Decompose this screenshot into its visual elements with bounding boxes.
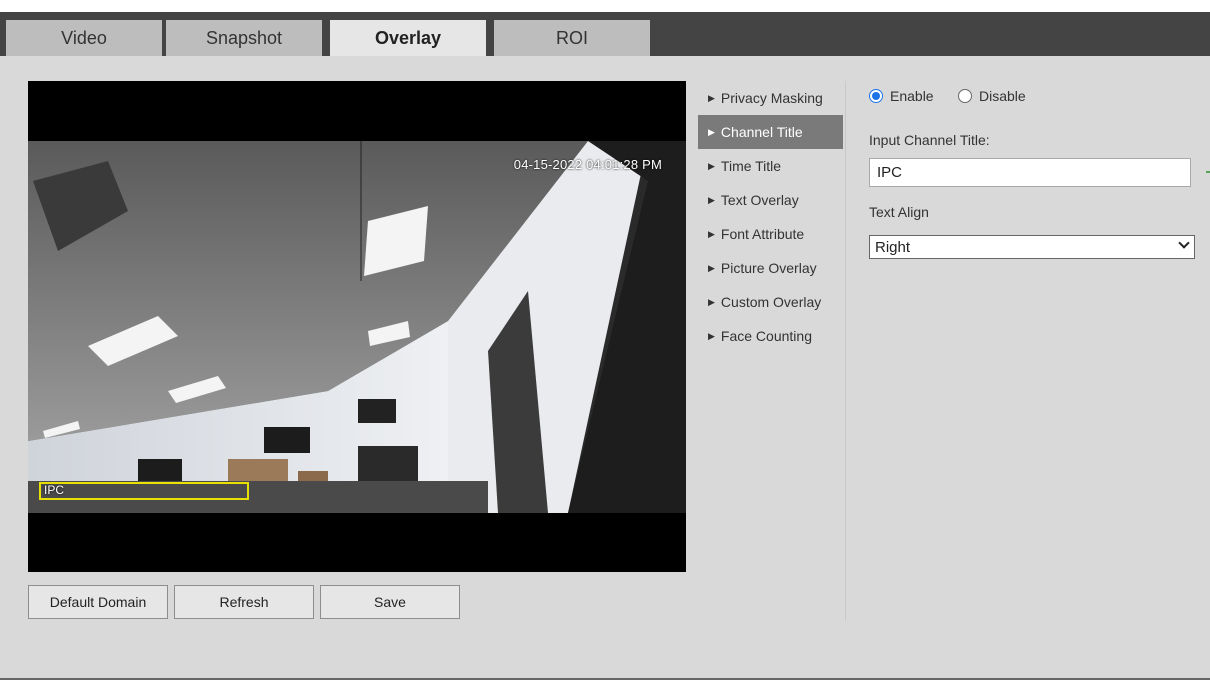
- menu-item-label: Time Title: [720, 158, 782, 174]
- menu-item-label: Privacy Masking: [720, 90, 823, 106]
- overlay-menu: ▶ Privacy Masking ▶ Channel Title ▶ Time Ti…: [698, 81, 843, 353]
- text-align-label: Text Align: [869, 204, 929, 220]
- triangle-right-icon: ▶: [708, 330, 715, 341]
- triangle-right-icon: ▶: [708, 126, 715, 137]
- menu-item-font-attribute[interactable]: ▶ Font Attribute: [698, 217, 843, 251]
- menu-item-text-overlay[interactable]: ▶ Text Overlay: [698, 183, 843, 217]
- tab-overlay[interactable]: Overlay: [330, 20, 486, 56]
- text-align-select[interactable]: Right: [869, 235, 1195, 259]
- video-preview: 04-15-2022 04:01:28 PM IPC: [28, 81, 686, 572]
- menu-item-label: Channel Title: [720, 124, 803, 140]
- camera-scene-image: [28, 141, 686, 513]
- channel-title-overlay: IPC: [44, 483, 65, 497]
- menu-item-picture-overlay[interactable]: ▶ Picture Overlay: [698, 251, 843, 285]
- menu-item-custom-overlay[interactable]: ▶ Custom Overlay: [698, 285, 843, 319]
- default-domain-button[interactable]: Default Domain: [28, 585, 168, 619]
- disable-label: Disable: [979, 88, 1026, 104]
- timestamp-overlay: 04-15-2022 04:01:28 PM: [513, 157, 662, 172]
- channel-title-input[interactable]: [869, 158, 1191, 187]
- menu-item-privacy-masking[interactable]: ▶ Privacy Masking: [698, 81, 843, 115]
- enable-radio[interactable]: [869, 89, 883, 103]
- tab-roi[interactable]: ROI: [494, 20, 650, 56]
- menu-item-face-counting[interactable]: ▶ Face Counting: [698, 319, 843, 353]
- tab-snapshot[interactable]: Snapshot: [166, 20, 322, 56]
- save-button[interactable]: Save: [320, 585, 460, 619]
- tab-video[interactable]: Video: [6, 20, 162, 56]
- menu-item-channel-title[interactable]: ▶ Channel Title: [698, 115, 843, 149]
- channel-title-label: Input Channel Title:: [869, 132, 990, 148]
- panel-divider: [845, 81, 846, 621]
- triangle-right-icon: ▶: [708, 228, 715, 239]
- menu-item-label: Face Counting: [720, 328, 812, 344]
- disable-option[interactable]: Disable: [958, 88, 1026, 104]
- triangle-right-icon: ▶: [708, 296, 715, 307]
- triangle-right-icon: ▶: [708, 160, 715, 171]
- enable-option[interactable]: Enable: [869, 88, 934, 104]
- tab-bar: Video Snapshot Overlay ROI: [0, 12, 1210, 56]
- edge-marker: [1206, 171, 1210, 173]
- enable-label: Enable: [890, 88, 934, 104]
- disable-radio[interactable]: [958, 89, 972, 103]
- triangle-right-icon: ▶: [708, 262, 715, 273]
- menu-item-label: Custom Overlay: [720, 294, 822, 310]
- channel-title-region[interactable]: [39, 482, 249, 500]
- text-align-value: Right: [875, 238, 911, 256]
- chevron-down-icon: [1178, 237, 1190, 249]
- window-top-band: [0, 0, 1210, 12]
- menu-item-label: Font Attribute: [720, 226, 805, 242]
- menu-item-time-title[interactable]: ▶ Time Title: [698, 149, 843, 183]
- triangle-right-icon: ▶: [708, 92, 715, 103]
- menu-item-label: Text Overlay: [720, 192, 799, 208]
- menu-item-label: Picture Overlay: [720, 260, 817, 276]
- refresh-button[interactable]: Refresh: [174, 585, 314, 619]
- triangle-right-icon: ▶: [708, 194, 715, 205]
